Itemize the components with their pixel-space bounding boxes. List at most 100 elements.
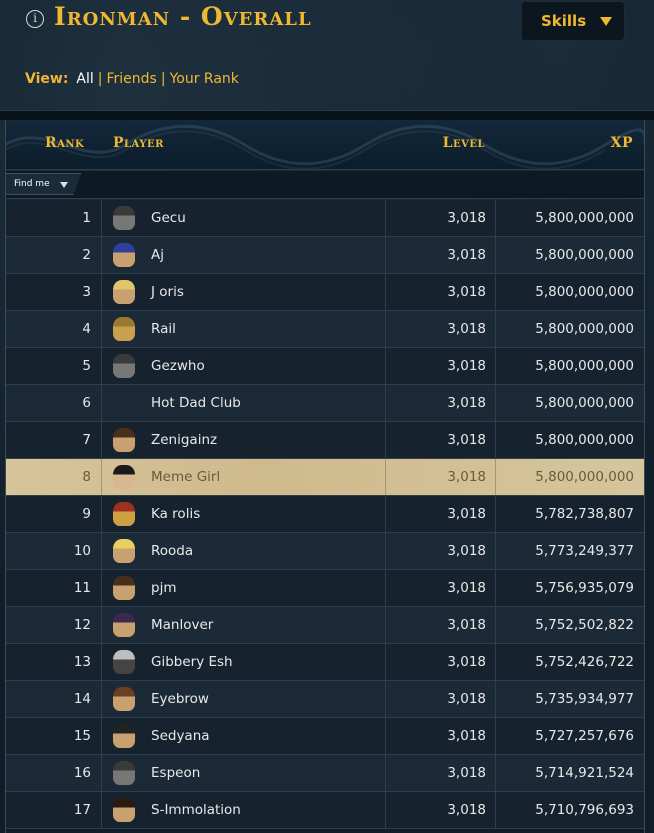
table-row[interactable]: 1 Gecu 3,018 5,800,000,000 — [5, 200, 645, 237]
player-name-link[interactable]: J oris — [151, 274, 184, 310]
xp-cell: 5,735,934,977 — [535, 691, 634, 707]
view-option-all[interactable]: All — [76, 71, 93, 87]
table-row[interactable]: 17 S-Immolation 3,018 5,710,796,693 — [5, 792, 645, 829]
helmet-avatar-icon — [113, 354, 135, 378]
player-name-link[interactable]: Gibbery Esh — [151, 644, 233, 680]
player-name-link[interactable]: Sedyana — [151, 718, 210, 754]
gold-mask-avatar-icon — [113, 317, 135, 341]
level-cell: 3,018 — [386, 422, 496, 458]
player-name-link[interactable]: Zenigainz — [151, 422, 217, 458]
player-name-link[interactable]: Hot Dad Club — [151, 385, 241, 421]
level-cell: 3,018 — [386, 792, 496, 828]
player-name-link[interactable]: Gezwho — [151, 348, 205, 384]
table-row[interactable]: 16 Espeon 3,018 5,714,921,524 — [5, 755, 645, 792]
level-cell: 3,018 — [386, 570, 496, 606]
table-header: Rank Player Level XP — [5, 120, 645, 170]
elf-avatar-icon — [113, 724, 135, 748]
player-cell: Zenigainz — [102, 422, 386, 458]
purple-cap-avatar-icon — [113, 613, 135, 637]
table-row[interactable]: 11 pjm 3,018 5,756,935,079 — [5, 570, 645, 607]
rank-cell: 12 — [5, 607, 102, 643]
table-row[interactable]: 9 Ka rolis 3,018 5,782,738,807 — [5, 496, 645, 533]
view-label: View: — [25, 71, 69, 87]
chevron-down-icon — [600, 17, 612, 26]
column-header-level: Level — [442, 135, 485, 151]
view-filter: View: All | Friends | Your Rank — [25, 71, 239, 87]
table-row[interactable]: 15 Sedyana 3,018 5,727,257,676 — [5, 718, 645, 755]
xp-cell: 5,773,249,377 — [535, 543, 634, 559]
player-name-link[interactable]: Meme Girl — [151, 459, 220, 495]
player-name-link[interactable]: Gecu — [151, 200, 186, 236]
view-option-friends[interactable]: Friends — [107, 71, 157, 87]
find-me-label: Find me — [14, 179, 50, 189]
rank-cell: 5 — [5, 348, 102, 384]
level-cell: 3,018 — [386, 459, 496, 495]
level-cell: 3,018 — [386, 533, 496, 569]
blue-hair-avatar-icon — [113, 243, 135, 267]
player-cell: Eyebrow — [102, 681, 386, 717]
column-header-rank: Rank — [45, 135, 85, 151]
player-name-link[interactable]: S-Immolation — [151, 792, 241, 828]
table-row[interactable]: 8 Meme Girl 3,018 5,800,000,000 — [5, 459, 645, 496]
find-me-button[interactable]: Find me — [5, 173, 81, 195]
view-option-your-rank[interactable]: Your Rank — [170, 71, 239, 87]
table-row[interactable]: 12 Manlover 3,018 5,752,502,822 — [5, 607, 645, 644]
player-name-link[interactable]: Espeon — [151, 755, 200, 791]
player-name-link[interactable]: Eyebrow — [151, 681, 209, 717]
xp-cell: 5,800,000,000 — [535, 358, 634, 374]
player-cell: Gezwho — [102, 348, 386, 384]
xp-cell: 5,800,000,000 — [535, 469, 634, 485]
table-row[interactable]: 2 Aj 3,018 5,800,000,000 — [5, 237, 645, 274]
table-row[interactable]: 5 Gezwho 3,018 5,800,000,000 — [5, 348, 645, 385]
xp-cell: 5,752,502,822 — [535, 617, 634, 633]
table-row[interactable]: 13 Gibbery Esh 3,018 5,752,426,722 — [5, 644, 645, 681]
rank-cell: 7 — [5, 422, 102, 458]
level-cell: 3,018 — [386, 644, 496, 680]
level-cell: 3,018 — [386, 496, 496, 532]
silver-mask-avatar-icon — [113, 650, 135, 674]
level-cell: 3,018 — [386, 755, 496, 791]
level-cell: 3,018 — [386, 718, 496, 754]
player-cell: Gecu — [102, 200, 386, 236]
player-cell: Meme Girl — [102, 459, 386, 495]
player-name-link[interactable]: Rail — [151, 311, 176, 347]
page-header: i Ironman - Overall Skills View: All | Frie… — [0, 0, 654, 110]
level-cell: 3,018 — [386, 607, 496, 643]
level-cell: 3,018 — [386, 385, 496, 421]
player-name-link[interactable]: Aj — [151, 237, 164, 273]
player-name-link[interactable]: pjm — [151, 570, 176, 606]
xp-cell: 5,800,000,000 — [535, 432, 634, 448]
table-row[interactable]: 3 J oris 3,018 5,800,000,000 — [5, 274, 645, 311]
skills-dropdown-button[interactable]: Skills — [521, 1, 625, 41]
column-header-player: Player — [113, 135, 164, 151]
player-name-link[interactable]: Manlover — [151, 607, 213, 643]
xp-cell: 5,714,921,524 — [535, 765, 634, 781]
table-row[interactable]: 10 Rooda 3,018 5,773,249,377 — [5, 533, 645, 570]
rank-cell: 1 — [5, 200, 102, 236]
xp-cell: 5,752,426,722 — [535, 654, 634, 670]
player-cell: Rail — [102, 311, 386, 347]
player-cell: Manlover — [102, 607, 386, 643]
player-name-link[interactable]: Ka rolis — [151, 496, 200, 532]
table-row[interactable]: 6 Hot Dad Club 3,018 5,800,000,000 — [5, 385, 645, 422]
helmet-avatar-icon — [113, 761, 135, 785]
xp-cell: 5,800,000,000 — [535, 321, 634, 337]
player-cell: Hot Dad Club — [102, 385, 386, 421]
rank-cell: 17 — [5, 792, 102, 828]
column-header-xp: XP — [610, 135, 633, 151]
blonde-avatar-icon — [113, 280, 135, 304]
xp-cell: 5,756,935,079 — [535, 580, 634, 596]
xp-cell: 5,710,796,693 — [535, 802, 634, 818]
player-cell: Sedyana — [102, 718, 386, 754]
table-row[interactable]: 14 Eyebrow 3,018 5,735,934,977 — [5, 681, 645, 718]
rank-cell: 4 — [5, 311, 102, 347]
helmet-avatar-icon — [113, 206, 135, 230]
page-title: Ironman - Overall — [54, 2, 312, 31]
table-row[interactable]: 7 Zenigainz 3,018 5,800,000,000 — [5, 422, 645, 459]
leaderboard-rows: 1 Gecu 3,018 5,800,000,000 2 Aj 3,018 5,800,000… — [5, 200, 645, 829]
player-name-link[interactable]: Rooda — [151, 533, 193, 569]
chevron-down-icon — [60, 182, 68, 188]
level-cell: 3,018 — [386, 348, 496, 384]
info-icon[interactable]: i — [26, 10, 44, 28]
table-row[interactable]: 4 Rail 3,018 5,800,000,000 — [5, 311, 645, 348]
